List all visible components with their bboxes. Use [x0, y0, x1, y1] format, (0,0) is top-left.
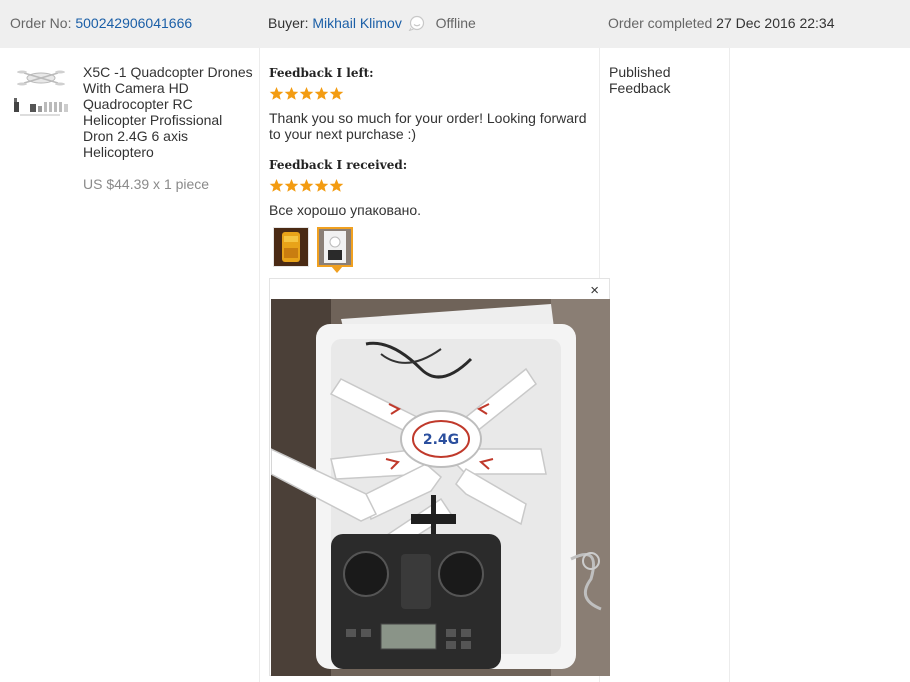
order-number-link[interactable]: 500242906041666 — [75, 15, 192, 31]
star-icon — [284, 87, 299, 100]
star-icon — [284, 179, 299, 192]
buyer-name-link[interactable]: Mikhail Klimov — [312, 15, 401, 31]
order-completed-date: 27 Dec 2016 22:34 — [716, 15, 835, 31]
feedback-received-stars — [269, 178, 345, 194]
feedback-status-line2: Feedback — [609, 80, 671, 96]
column-divider — [729, 48, 730, 682]
feedback-received-text: Все хорошо упаковано. — [269, 202, 422, 218]
svg-text:2.4G: 2.4G — [423, 432, 459, 448]
star-icon — [329, 87, 344, 100]
order-status: Order completed 27 Dec 2016 22:34 — [608, 15, 835, 31]
buyer-label: Buyer: — [268, 15, 309, 31]
star-icon — [269, 87, 284, 100]
order-status-label: Order completed — [608, 15, 713, 31]
selected-photo-indicator — [331, 266, 343, 273]
feedback-left-heading: Feedback I left: — [269, 66, 374, 80]
feedback-status: Published Feedback — [609, 64, 671, 96]
column-divider — [259, 48, 260, 682]
product-price: US $44.39 x 1 piece — [83, 176, 210, 192]
feedback-photo-large: 2.4G — [271, 299, 610, 676]
feedback-photo-thumbnail-2[interactable] — [317, 227, 353, 267]
feedback-status-line1: Published — [609, 64, 671, 80]
feedback-left-stars — [269, 86, 345, 102]
product-title[interactable]: X5C -1 Quadcopter Drones With Camera HD … — [83, 64, 253, 160]
feedback-photo-thumbnail-1[interactable] — [273, 227, 309, 267]
photo-preview-panel: × 2.4G — [269, 278, 610, 676]
star-icon — [269, 179, 284, 192]
star-icon — [314, 87, 329, 100]
star-icon — [299, 87, 314, 100]
order-number-label: Order No: — [10, 15, 72, 31]
feedback-left-text: Thank you so much for your order! Lookin… — [269, 110, 587, 142]
close-icon[interactable]: × — [590, 283, 599, 299]
buyer-status: Offline — [435, 15, 476, 31]
star-icon — [299, 179, 314, 192]
product-thumbnail[interactable] — [10, 64, 72, 126]
star-icon — [314, 179, 329, 192]
order-header: Order No: 500242906041666 Buyer: Mikhail… — [0, 0, 910, 48]
star-icon — [329, 179, 344, 192]
feedback-received-heading: Feedback I received: — [269, 158, 408, 172]
order-number: Order No: 500242906041666 — [10, 15, 192, 31]
buyer-info: Buyer: Mikhail Klimov Offline — [268, 15, 476, 34]
chat-offline-icon[interactable] — [408, 15, 426, 34]
